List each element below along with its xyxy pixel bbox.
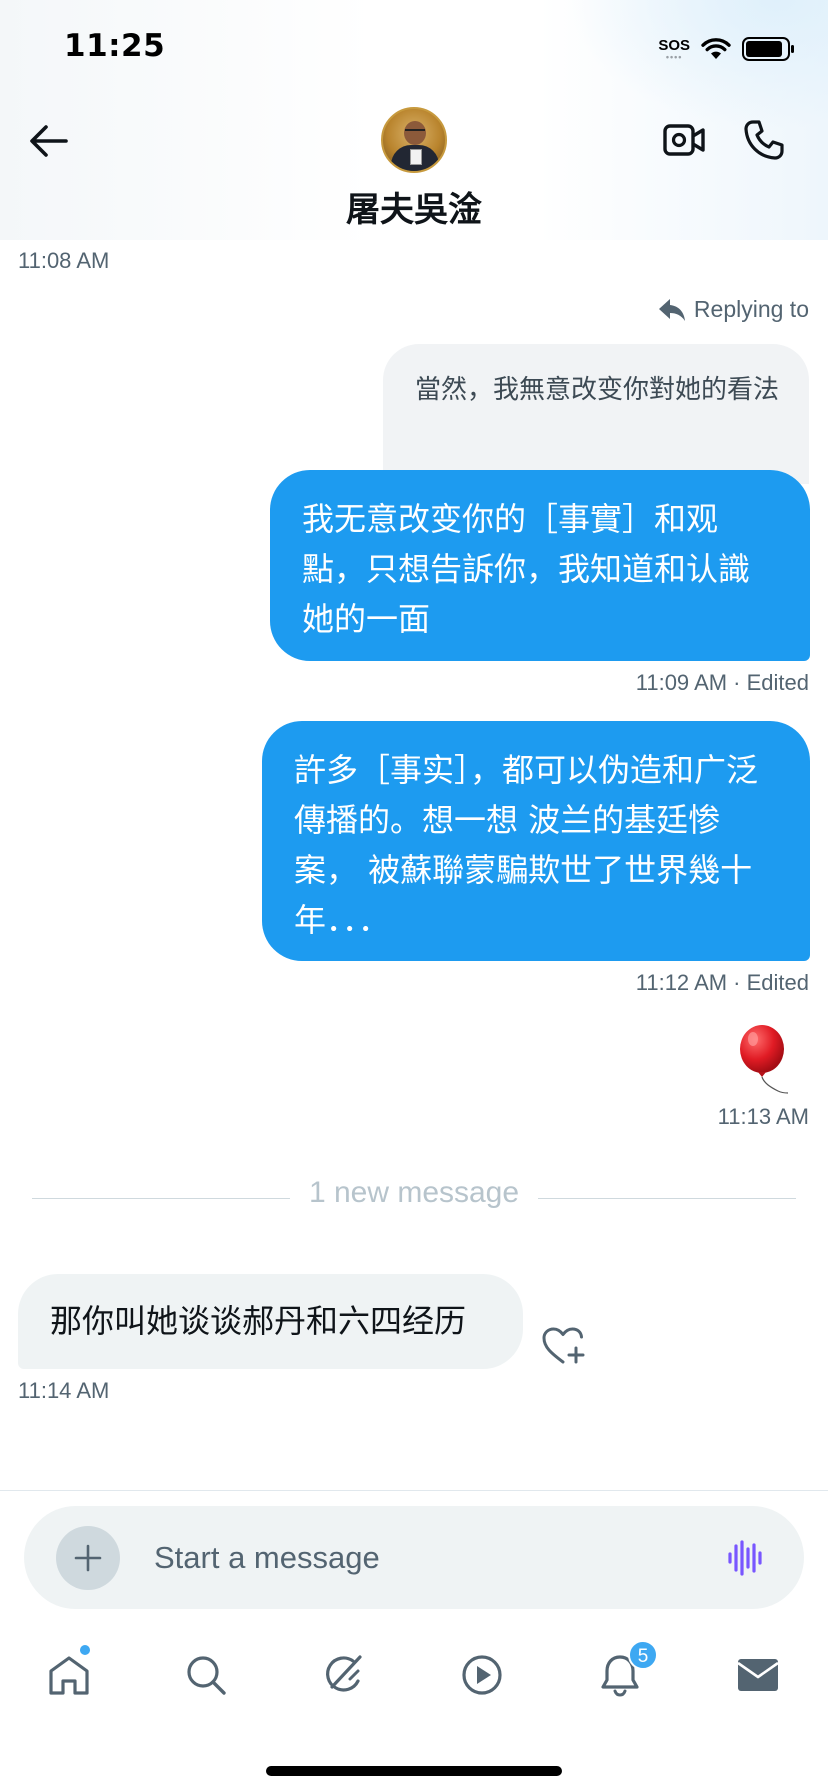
plus-icon (74, 1544, 102, 1572)
sent-message-bubble[interactable]: 許多［事实］，都可以伪造和广泛傳播的。想一想 波兰的基廷惨案， 被蘇聯蒙騙欺世了… (262, 721, 810, 961)
contact-avatar[interactable] (381, 107, 447, 173)
voice-message-button[interactable] (724, 1540, 768, 1576)
tab-grok[interactable] (304, 1630, 384, 1720)
status-time: 11:25 (64, 28, 166, 64)
avatar-glasses (405, 129, 425, 134)
wifi-icon (701, 38, 731, 59)
back-button[interactable] (26, 118, 72, 164)
tab-home[interactable] (29, 1630, 109, 1720)
message-timestamp: 11:09 AM · Edited (635, 670, 809, 695)
replying-to-label: Replying to (658, 296, 809, 323)
voice-call-button[interactable] (740, 116, 788, 164)
add-media-button[interactable] (56, 1526, 120, 1590)
phone-icon (744, 120, 784, 160)
message-composer (24, 1506, 804, 1609)
sos-indicator: SOS •••• (658, 36, 690, 62)
heart-plus-icon (542, 1327, 585, 1364)
divider-line (32, 1198, 290, 1199)
video-call-button[interactable] (660, 116, 708, 164)
search-icon (187, 1656, 226, 1695)
add-reaction-button[interactable] (540, 1326, 586, 1366)
message-timestamp: 11:12 AM · Edited (635, 970, 809, 995)
tab-notifications[interactable]: 5 (580, 1630, 660, 1720)
message-timestamp: 11:14 AM (18, 1378, 110, 1403)
avatar-book (410, 149, 422, 165)
mail-icon (737, 1659, 779, 1691)
message-input[interactable] (154, 1506, 624, 1609)
home-icon (49, 1656, 89, 1695)
home-indicator (266, 1766, 562, 1776)
status-icons: SOS •••• (658, 34, 796, 64)
contact-name[interactable]: 屠夫吳淦 (0, 182, 828, 231)
video-camera-icon (663, 124, 705, 156)
sent-message-bubble[interactable]: 我无意改变你的［事實］和观點，只想告訴你，我知道和认識她的一面 (270, 470, 810, 661)
notifications-badge: 5 (628, 1640, 658, 1670)
tab-video[interactable] (442, 1630, 522, 1720)
message-timestamp: 11:08 AM (18, 248, 110, 273)
message-timestamp: 11:13 AM (717, 1104, 809, 1129)
composer-divider (0, 1490, 828, 1491)
tab-search[interactable] (166, 1630, 246, 1720)
home-unread-dot (79, 1644, 91, 1656)
play-circle-icon (462, 1655, 502, 1695)
battery-icon (742, 37, 794, 61)
balloon-emoji[interactable] (738, 1025, 790, 1095)
arrow-left-icon (30, 125, 68, 157)
sos-label: SOS (658, 36, 690, 54)
signal-dots: •••• (665, 51, 683, 62)
reply-arrow-icon (658, 298, 685, 321)
new-message-separator: 1 new message (308, 1176, 520, 1209)
replying-to-text: Replying to (693, 296, 809, 322)
bottom-tab-bar: 5 (0, 1630, 828, 1720)
tab-messages[interactable] (718, 1630, 798, 1720)
received-message-bubble[interactable]: 那你叫她谈谈郝丹和六四经历 (18, 1274, 523, 1369)
divider-line (538, 1198, 796, 1199)
quoted-message[interactable]: 當然，我無意改变你對她的看法 (383, 344, 809, 484)
grok-icon (326, 1655, 362, 1692)
audio-waveform-icon (728, 1540, 762, 1576)
